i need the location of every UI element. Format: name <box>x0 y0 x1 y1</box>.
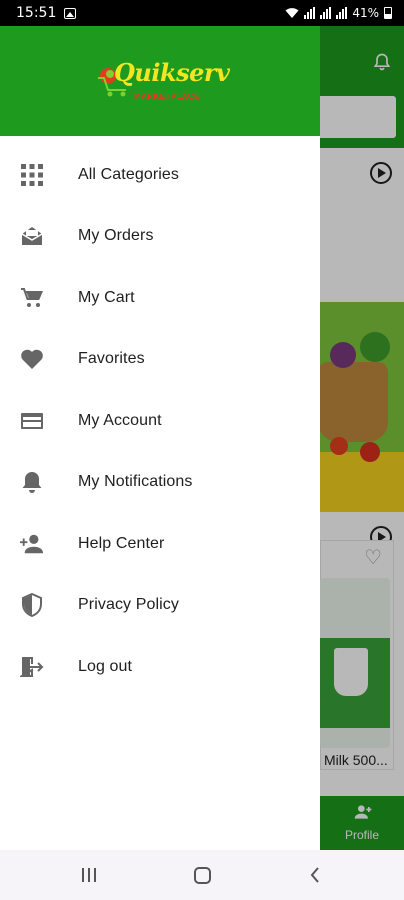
cart-icon <box>20 286 44 310</box>
menu-item-log-out[interactable]: Log out <box>0 636 320 698</box>
menu-item-label: My Notifications <box>78 473 193 491</box>
logo-tagline: MARKETPLACE <box>134 92 200 101</box>
menu-item-label: Favorites <box>78 350 145 368</box>
system-navigation-bar <box>0 850 404 900</box>
menu-item-my-notifications[interactable]: My Notifications <box>0 452 320 514</box>
card-icon <box>20 409 44 433</box>
signal-3-icon <box>336 7 348 19</box>
gallery-notification-icon <box>64 7 77 19</box>
grid-icon <box>20 163 44 187</box>
person-add-icon <box>20 532 44 556</box>
home-button[interactable] <box>194 867 211 884</box>
status-time: 15:51 <box>16 5 57 21</box>
menu-item-label: Privacy Policy <box>78 596 179 614</box>
menu-item-privacy-policy[interactable]: Privacy Policy <box>0 575 320 637</box>
shield-icon <box>20 593 44 618</box>
battery-icon <box>384 7 392 19</box>
signal-2-icon <box>320 7 332 19</box>
back-button[interactable] <box>310 867 320 883</box>
drawer-menu: All Categories My Orders My Cart Favorit… <box>0 144 320 698</box>
wifi-icon <box>285 8 299 18</box>
menu-item-label: My Cart <box>78 288 135 306</box>
logout-icon <box>20 655 44 679</box>
menu-item-label: Help Center <box>78 534 165 552</box>
recents-button[interactable] <box>82 868 96 882</box>
logo-brand-text: Quikserv <box>114 58 230 87</box>
menu-item-my-account[interactable]: My Account <box>0 390 320 452</box>
status-bar: 15:51 41% <box>0 0 404 26</box>
menu-item-label: My Account <box>78 411 162 429</box>
app-logo: Quikserv MARKETPLACE <box>96 54 230 110</box>
menu-item-label: My Orders <box>78 227 154 245</box>
bell-icon <box>20 470 44 494</box>
orders-envelope-icon <box>20 224 44 248</box>
menu-item-label: Log out <box>78 657 133 675</box>
heart-icon <box>20 347 44 371</box>
signal-1-icon <box>304 7 316 19</box>
battery-percent: 41% <box>352 6 379 20</box>
menu-item-label: All Categories <box>78 165 180 183</box>
menu-item-favorites[interactable]: Favorites <box>0 329 320 391</box>
menu-item-my-cart[interactable]: My Cart <box>0 267 320 329</box>
menu-item-help-center[interactable]: Help Center <box>0 513 320 575</box>
menu-item-my-orders[interactable]: My Orders <box>0 206 320 268</box>
drawer-header: Quikserv MARKETPLACE <box>0 26 320 136</box>
navigation-drawer: Quikserv MARKETPLACE All Categories My O… <box>0 26 320 850</box>
menu-item-all-categories[interactable]: All Categories <box>0 144 320 206</box>
